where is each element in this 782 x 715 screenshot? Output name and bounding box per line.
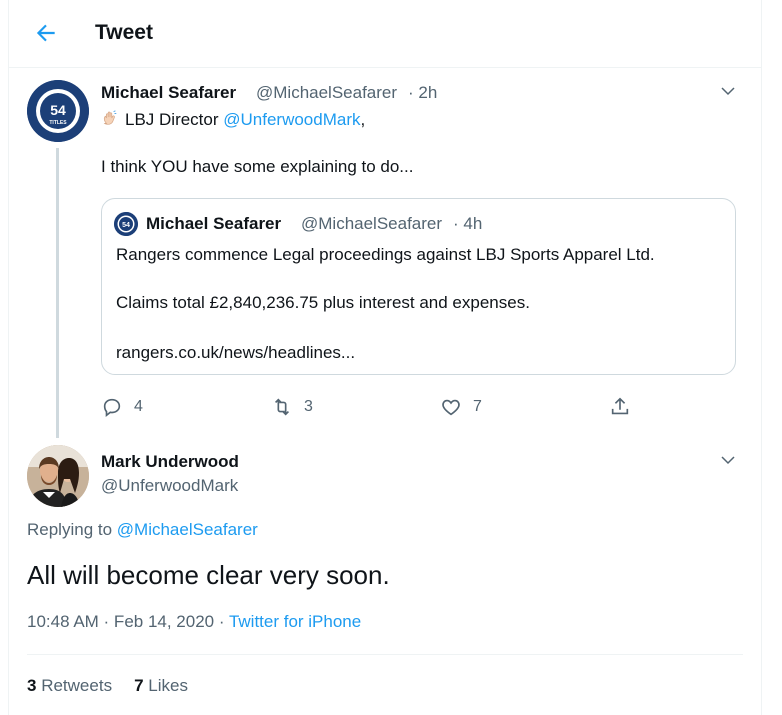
author-handle[interactable]: @MichaelSeafarer: [256, 83, 397, 103]
likes-count: 7: [134, 676, 144, 695]
engagement-stats: 3 Retweets 7 Likes: [27, 676, 210, 696]
reply-author-handle[interactable]: @UnferwoodMark: [101, 476, 238, 496]
retweets-count: 3: [27, 676, 37, 695]
waving-hand-icon: [103, 110, 117, 125]
retweets-label: Retweets: [41, 676, 113, 695]
replying-label: Replying to: [27, 520, 117, 539]
profile-photo: [27, 445, 89, 507]
share-button[interactable]: [609, 396, 631, 418]
tweet-meta: 10:48 AM · Feb 14, 2020 · Twitter for iP…: [27, 612, 361, 632]
tweet-text-line1: LBJ Director @UnferwoodMark,: [101, 109, 365, 130]
retweets-stat[interactable]: 3 Retweets: [27, 676, 112, 695]
quote-tweet[interactable]: 54 Michael Seafarer @MichaelSeafarer · 4…: [101, 198, 736, 375]
quote-author-handle: @MichaelSeafarer: [301, 214, 443, 233]
page-title: Tweet: [95, 21, 153, 44]
avatar-number: 54: [50, 102, 66, 118]
quote-avatar-number: 54: [122, 222, 130, 229]
club-crest-logo: 54: [114, 212, 138, 236]
reply-author-name[interactable]: Mark Underwood: [101, 452, 239, 472]
quote-avatar: 54: [114, 212, 138, 236]
reply-count: 4: [134, 398, 143, 415]
reply-icon: [103, 398, 121, 417]
replying-to: Replying to @MichaelSeafarer: [27, 520, 258, 540]
tweet-text-suffix: ,: [360, 110, 366, 129]
like-count: 7: [473, 398, 482, 415]
quote-text-line1: Rangers commence Legal proceedings again…: [116, 245, 655, 264]
back-button[interactable]: [33, 20, 59, 46]
share-icon: [611, 397, 629, 415]
tweet-page: Tweet 54 TITLES Michael Seafarer @Michae…: [8, 0, 762, 715]
more-options-button[interactable]: [719, 82, 737, 100]
reply-text: All will become clear very soon.: [27, 560, 390, 590]
heart-icon: [442, 399, 460, 416]
chevron-down-icon: [721, 87, 735, 96]
tweet-text-prefix: LBJ Director: [125, 110, 224, 129]
header: Tweet: [9, 0, 761, 68]
source-link[interactable]: Twitter for iPhone: [229, 612, 361, 631]
mention-link[interactable]: @UnferwoodMark: [223, 110, 360, 129]
club-crest-logo: 54 TITLES: [27, 80, 89, 142]
likes-stat[interactable]: 7 Likes: [134, 676, 188, 695]
retweet-icon: [274, 398, 290, 416]
quote-text-line2: Claims total £2,840,236.75 plus interest…: [116, 293, 530, 312]
timestamp[interactable]: 10:48 AM · Feb 14, 2020 ·: [27, 612, 229, 631]
chevron-down-icon: [721, 456, 735, 465]
like-button[interactable]: 7: [440, 396, 482, 418]
divider: [27, 654, 743, 655]
likes-label: Likes: [148, 676, 188, 695]
reply-button[interactable]: 4: [101, 396, 143, 418]
tweet-time[interactable]: · 2h: [408, 83, 437, 103]
quote-author-name: Michael Seafarer: [146, 214, 282, 233]
retweet-button[interactable]: 3: [271, 396, 313, 418]
quote-link: rangers.co.uk/news/headlines...: [116, 343, 356, 362]
author-name[interactable]: Michael Seafarer: [101, 83, 236, 103]
avatar-subtext: TITLES: [49, 120, 67, 126]
avatar[interactable]: 54 TITLES: [27, 80, 89, 142]
retweet-count: 3: [304, 398, 313, 415]
avatar[interactable]: [27, 445, 89, 507]
replying-handle-link[interactable]: @MichaelSeafarer: [117, 520, 258, 539]
quote-time: · 4h: [453, 214, 483, 233]
tweet-text-line2: I think YOU have some explaining to do..…: [101, 157, 414, 176]
arrow-left-icon: [36, 24, 55, 42]
reply-more-options-button[interactable]: [719, 451, 737, 469]
thread-line: [56, 148, 59, 438]
